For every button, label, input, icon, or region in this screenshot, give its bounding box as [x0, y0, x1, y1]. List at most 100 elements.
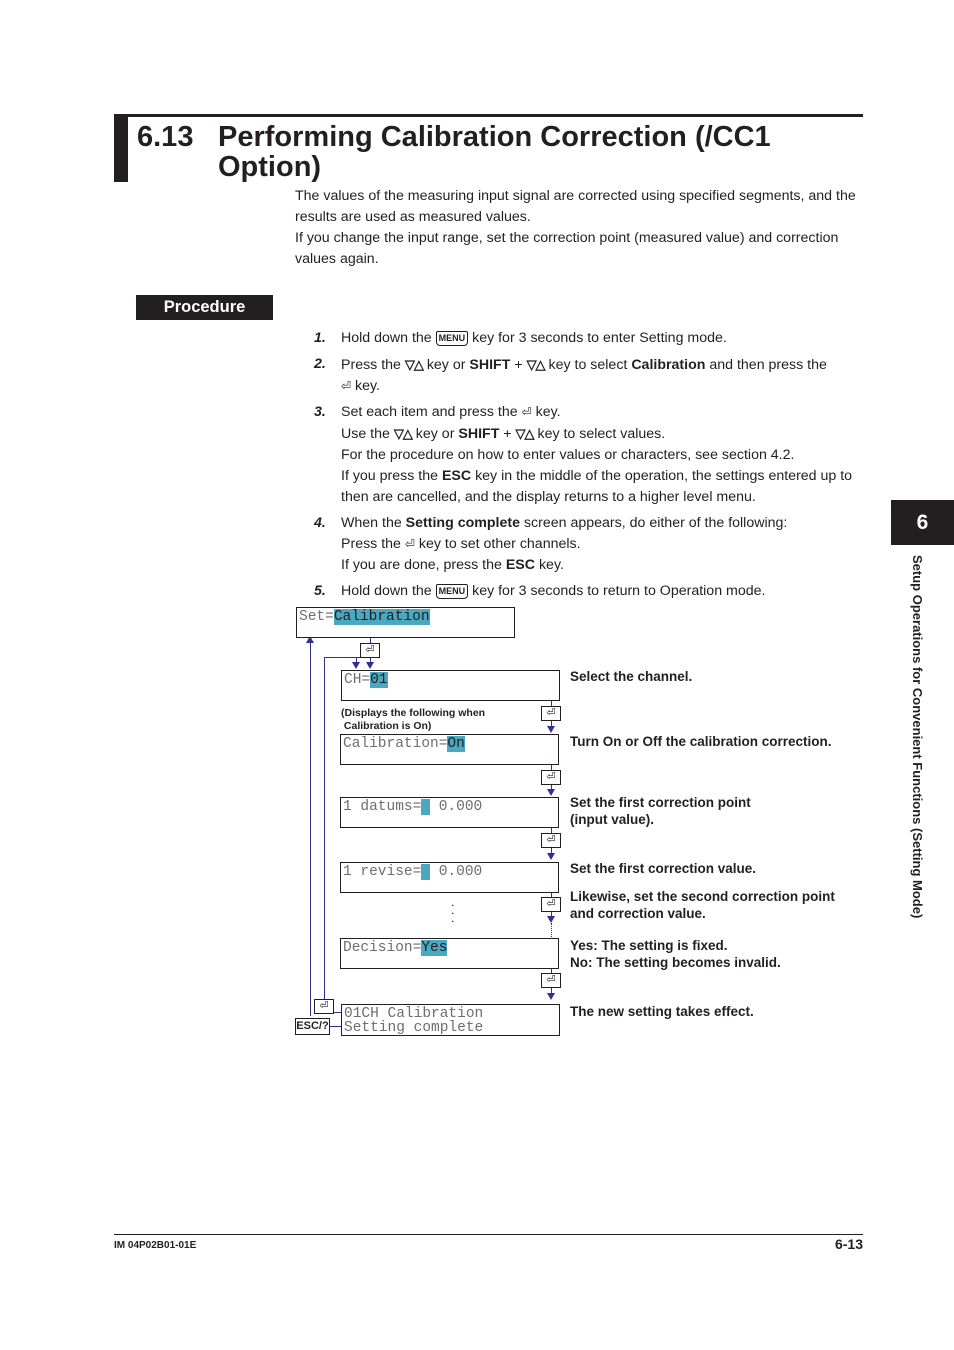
enter-key-icon: ⏎: [341, 379, 352, 393]
step-text: When the: [341, 515, 406, 531]
arrow-down-icon: [547, 726, 555, 733]
step-text: For the procedure on how to enter values…: [341, 447, 795, 463]
lcd-value: 0.000: [430, 864, 483, 880]
esc-key-label: ESC: [441, 468, 472, 484]
step-text: Set each item and press the: [341, 404, 522, 420]
arrow-down-icon: [366, 662, 374, 669]
chapter-tab: 6: [891, 500, 954, 545]
step-text: key or: [411, 426, 459, 442]
arrow-down-icon: [547, 853, 555, 860]
step-description: Yes: The setting is fixed. No: The setti…: [570, 938, 781, 970]
arrow-down-icon: [547, 789, 555, 796]
page-number: 6-13: [834, 1236, 863, 1252]
document-id: IM 04P02B01-01E: [114, 1240, 197, 1251]
step-description: Select the channel.: [570, 669, 693, 684]
step-3: 3. Set each item and press the ⏎ key. Us…: [314, 402, 874, 508]
step-text: key.: [351, 378, 380, 394]
step-text: key or: [422, 357, 470, 373]
step-text: and then press the: [705, 357, 827, 373]
step-text: +: [510, 357, 527, 373]
arrow-down-icon: [547, 916, 555, 923]
enter-key-icon: ⏎: [541, 897, 561, 912]
enter-key-icon: ⏎: [521, 405, 532, 419]
step-description: Turn On or Off the calibration correctio…: [570, 734, 832, 749]
step-text: key for 3 seconds to enter Setting mode.: [468, 330, 727, 346]
intro-text: The values of the measuring input signal…: [295, 186, 865, 270]
down-up-arrow-key-icon: ▽△: [404, 357, 424, 372]
step-text: If you are done, press the: [341, 557, 506, 573]
step-text: Press the: [341, 357, 405, 373]
lcd-value: Yes: [421, 940, 448, 956]
lcd-label: Decision=: [343, 940, 422, 956]
lcd-screen-revise: 1 revise= 0.000: [340, 862, 559, 893]
step-number: 2.: [314, 356, 326, 372]
lcd-value-sign: [421, 864, 431, 880]
title-rule: [114, 114, 863, 117]
enter-key-icon: ⏎: [541, 833, 561, 848]
intro-paragraph: The values of the measuring input signal…: [295, 188, 856, 225]
arrow-down-icon: [547, 993, 555, 1000]
procedure-steps: 1. Hold down the MENU key for 3 seconds …: [314, 328, 874, 607]
step-text: +: [499, 426, 516, 442]
flow-connector-dotted: [551, 923, 553, 937]
step-text: Hold down the: [341, 583, 436, 599]
calibration-label: Calibration: [631, 357, 706, 373]
lcd-screen-setting-complete: 01CH Calibration Setting complete: [341, 1004, 560, 1036]
flow-connector: [334, 1012, 341, 1014]
step-description: Likewise, set the second correction poin…: [570, 889, 835, 921]
step-description: Set the first correction value.: [570, 861, 757, 876]
lcd-value: On: [447, 736, 465, 752]
flow-return-line-inner: [324, 657, 326, 999]
lcd-value: 0.000: [430, 799, 483, 815]
lcd-screen-datums: 1 datums= 0.000: [340, 797, 559, 828]
enter-key-icon: ⏎: [360, 643, 380, 658]
enter-key-icon: ⏎: [541, 973, 561, 988]
lcd-line: 01CH Calibration: [344, 1006, 484, 1022]
step-number: 4.: [314, 515, 326, 531]
step-text: Use the: [341, 426, 394, 442]
step-description: Set the first correction point (input va…: [570, 795, 751, 827]
esc-key-label: ESC: [505, 557, 536, 573]
section-number: 6.13: [137, 121, 194, 153]
lcd-screen-decision: Decision=Yes: [340, 938, 559, 969]
chapter-title-vertical: Setup Operations for Convenient Function…: [903, 555, 933, 965]
menu-key-icon: MENU: [435, 331, 469, 346]
down-up-arrow-key-icon: ▽△: [515, 426, 535, 441]
step-4: 4. When the Setting complete screen appe…: [314, 513, 874, 576]
lcd-line: Setting complete: [344, 1020, 484, 1036]
step-text: key to select: [544, 357, 632, 373]
lcd-label: 1 datums=: [343, 799, 422, 815]
step-text: Press the: [341, 536, 405, 552]
step-number: 1.: [314, 330, 326, 346]
setting-complete-label: Setting complete: [405, 515, 520, 531]
lcd-screen-set-calibration: Set=Calibration: [296, 607, 515, 638]
step-number: 5.: [314, 583, 326, 599]
step-5: 5. Hold down the MENU key for 3 seconds …: [314, 581, 874, 602]
down-up-arrow-key-icon: ▽△: [393, 426, 413, 441]
enter-key-icon: ⏎: [541, 706, 561, 721]
step-text: key to select values.: [533, 426, 666, 442]
lcd-screen-calibration-onoff: Calibration=On: [340, 734, 559, 765]
flow-connector: [330, 1026, 341, 1028]
step-2: 2. Press the ▽△ key or SHIFT + ▽△ key to…: [314, 354, 874, 397]
ellipsis: . . .: [451, 895, 455, 925]
shift-key-label: SHIFT: [458, 426, 500, 442]
flow-return-line-outer: [310, 638, 312, 1016]
step-1: 1. Hold down the MENU key for 3 seconds …: [314, 328, 874, 349]
lcd-label: Set=: [299, 609, 334, 625]
enter-key-icon: ⏎: [541, 770, 561, 785]
lcd-label: CH=: [344, 672, 371, 688]
section-marker-bar: [114, 114, 128, 182]
step-number: 3.: [314, 404, 326, 420]
lcd-value: Calibration: [333, 609, 430, 625]
step-description: The new setting takes effect.: [570, 1004, 754, 1019]
step-text: key.: [531, 404, 561, 420]
lcd-value: 01: [370, 672, 388, 688]
step-text: key for 3 seconds to return to Operation…: [468, 583, 766, 599]
esc-key-icon: ESC/?: [295, 1018, 330, 1035]
footer-rule: [114, 1234, 863, 1235]
procedure-heading: Procedure: [136, 295, 273, 320]
chapter-title: Setup Operations for Convenient Function…: [910, 555, 925, 919]
step-text: key.: [535, 557, 564, 573]
lcd-screen-channel: CH=01: [341, 670, 560, 701]
